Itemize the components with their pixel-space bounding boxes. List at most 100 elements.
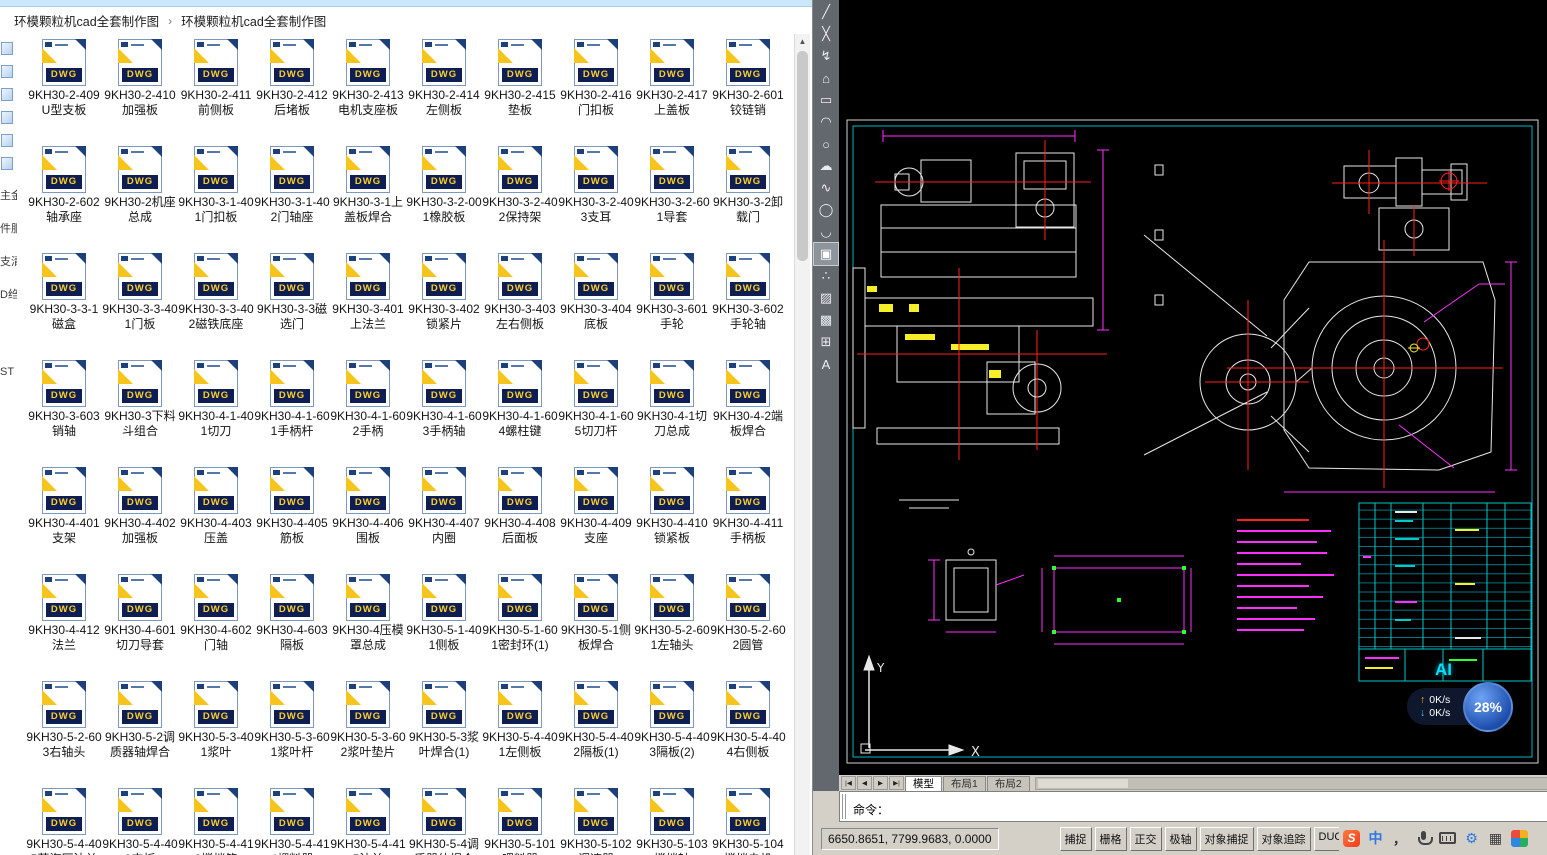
file-item[interactable]: DWG 9KH30-4-601切刀导套 [102, 571, 178, 678]
file-item[interactable]: DWG 9KH30-3-403左右侧板 [482, 250, 558, 357]
file-item[interactable]: DWG 9KH30-2-414左侧板 [406, 36, 482, 143]
file-item[interactable]: DWG 9KH30-5-102调速器 [558, 785, 634, 855]
status-toggle-button[interactable]: 对象捕捉 [1199, 826, 1254, 851]
command-window-grip[interactable] [842, 794, 846, 819]
construction-line-icon[interactable]: ╳ [814, 23, 838, 45]
arc-icon[interactable]: ◠ [814, 111, 838, 133]
file-item[interactable]: DWG 9KH30-3-3-401门板 [102, 250, 178, 357]
chinese-mode-icon[interactable]: 中 [1367, 830, 1384, 847]
file-item[interactable]: DWG 9KH30-3-402锁紧片 [406, 250, 482, 357]
file-item[interactable]: DWG 9KH30-3-3-402磁铁底座 [178, 250, 254, 357]
file-item[interactable]: DWG 9KH30-5-2-602圆管 [710, 571, 786, 678]
file-item[interactable]: DWG 9KH30-3-603销轴 [26, 357, 102, 464]
file-item[interactable]: DWG 9KH30-3-1-402门轴座 [254, 143, 330, 250]
file-item[interactable]: DWG 9KH30-4-403压盖 [178, 464, 254, 571]
file-item[interactable]: DWG 9KH30-5-4-401左侧板 [482, 678, 558, 785]
file-item[interactable]: DWG 9KH30-5-4-402隔板(1) [558, 678, 634, 785]
status-toggle-button[interactable]: 正交 [1129, 826, 1162, 851]
file-item[interactable]: DWG 9KH30-3-2-601导套 [634, 143, 710, 250]
file-item[interactable]: DWG 9KH30-2机座总成 [102, 143, 178, 250]
clipped-desktop-icon[interactable] [1, 65, 13, 78]
polyline-icon[interactable]: ↯ [814, 45, 838, 67]
file-item[interactable]: DWG 9KH30-4-1-602手柄 [330, 357, 406, 464]
file-item[interactable]: DWG 9KH30-4-411手柄板 [710, 464, 786, 571]
line-icon[interactable]: ╱ [814, 1, 838, 23]
rectangle-icon[interactable]: ▭ [814, 89, 838, 111]
file-item[interactable]: DWG 9KH30-2-602轴承座 [26, 143, 102, 250]
polygon-icon[interactable]: ⌂ [814, 67, 838, 89]
file-item[interactable]: DWG 9KH30-4-1-601手柄杆 [254, 357, 330, 464]
file-item[interactable]: DWG 9KH30-5-4-404右侧板 [710, 678, 786, 785]
file-item[interactable]: DWG 9KH30-5-4-414螺料器 [254, 785, 330, 855]
skin-grid-icon[interactable]: ▦ [1487, 830, 1504, 847]
file-item[interactable]: DWG 9KH30-4-2端板焊合 [710, 357, 786, 464]
file-item[interactable]: DWG 9KH30-2-416门扣板 [558, 36, 634, 143]
file-item[interactable]: DWG 9KH30-2-601铰链销 [710, 36, 786, 143]
file-item[interactable]: DWG 9KH30-3-602手轮轴 [710, 250, 786, 357]
file-item[interactable]: DWG 9KH30-4压模罩总成 [330, 571, 406, 678]
file-item[interactable]: DWG 9KH30-5-103搅拌轴 [634, 785, 710, 855]
punctuation-mode-icon[interactable]: ， [1391, 830, 1408, 847]
file-item[interactable]: DWG 9KH30-5-1-401侧板 [406, 571, 482, 678]
file-item[interactable]: DWG 9KH30-5-4-409支板 [102, 785, 178, 855]
file-item[interactable]: DWG 9KH30-3-1上盖板焊合 [330, 143, 406, 250]
tab-layout1[interactable]: 布局1 [943, 775, 986, 791]
microphone-icon[interactable] [1415, 830, 1433, 847]
scrollbar-thumb[interactable] [797, 51, 808, 261]
file-item[interactable]: DWG 9KH30-3-2-402保持架 [482, 143, 558, 250]
status-toggle-button[interactable]: 对象追踪 [1256, 826, 1311, 851]
file-item[interactable]: DWG 9KH30-3-2-403支耳 [558, 143, 634, 250]
clipped-desktop-icon[interactable] [1, 88, 13, 101]
tab-nav-arrow-icon[interactable]: ◀ [857, 776, 872, 790]
file-item[interactable]: DWG 9KH30-4-407内圈 [406, 464, 482, 571]
file-item[interactable]: DWG 9KH30-3-3磁选门 [254, 250, 330, 357]
file-item[interactable]: DWG 9KH30-4-410锁紧板 [634, 464, 710, 571]
file-item[interactable]: DWG 9KH30-2-410加强板 [102, 36, 178, 143]
tab-layout2[interactable]: 布局2 [986, 775, 1030, 791]
file-item[interactable]: DWG 9KH30-5-2调质器轴焊合 [102, 678, 178, 785]
revision-cloud-icon[interactable]: ☁ [814, 155, 838, 177]
file-item[interactable]: DWG 9KH30-5-2-601左轴头 [634, 571, 710, 678]
tab-model[interactable]: 模型 [905, 775, 942, 791]
clipped-desktop-icon[interactable] [1, 111, 13, 124]
clipped-desktop-icon[interactable] [1, 134, 13, 147]
hatch-icon[interactable]: ▨ [814, 287, 838, 309]
breadcrumb-folder[interactable]: 环模颗粒机cad全套制作图 [14, 11, 159, 30]
file-item[interactable]: DWG 9KH30-3-3-1磁盒 [26, 250, 102, 357]
file-item[interactable]: DWG 9KH30-2-411前侧板 [178, 36, 254, 143]
h-scrollbar-thumb[interactable] [1037, 778, 1128, 788]
file-item[interactable]: DWG 9KH30-3下料斗组合 [102, 357, 178, 464]
file-item[interactable]: DWG 9KH30-5-2-603右轴头 [26, 678, 102, 785]
file-item[interactable]: DWG 9KH30-3-2卸载门 [710, 143, 786, 250]
ellipse-icon[interactable]: ◯ [814, 199, 838, 221]
file-item[interactable]: DWG 9KH30-5-1侧板焊合 [558, 571, 634, 678]
file-item[interactable]: DWG 9KH30-4-1-605切刀杆 [558, 357, 634, 464]
file-item[interactable]: DWG 9KH30-5-4-415法兰 [330, 785, 406, 855]
file-item[interactable]: DWG 9KH30-2-415垫板 [482, 36, 558, 143]
mtext-icon[interactable]: A [814, 353, 838, 375]
file-item[interactable]: DWG 9KH30-4-602门轴 [178, 571, 254, 678]
file-item[interactable]: DWG 9KH30-5-1-601密封环(1) [482, 571, 558, 678]
file-item[interactable]: DWG 9KH30-3-1-401门扣板 [178, 143, 254, 250]
sogou-input-icon[interactable]: S [1343, 829, 1360, 847]
breadcrumb-folder-current[interactable]: 环模颗粒机cad全套制作图 [181, 11, 326, 30]
file-item[interactable]: DWG 9KH30-5-4调质器体焊合 [406, 785, 482, 855]
file-item[interactable]: DWG 9KH30-4-1-401切刀 [178, 357, 254, 464]
file-item[interactable]: DWG 9KH30-5-4-413搅拌笼 [178, 785, 254, 855]
file-item[interactable]: DWG 9KH30-4-412法兰 [26, 571, 102, 678]
status-toggle-button[interactable]: 栅格 [1094, 826, 1127, 851]
file-item[interactable]: DWG 9KH30-3-404底板 [558, 250, 634, 357]
file-item[interactable]: DWG 9KH30-5-104搅拌电机 [710, 785, 786, 855]
table-icon[interactable]: ⊞ [814, 331, 838, 353]
gradient-icon[interactable]: ▩ [814, 309, 838, 331]
file-item[interactable]: DWG 9KH30-5-3-401浆叶 [178, 678, 254, 785]
file-item[interactable]: DWG 9KH30-5-4-405蒸汽压法兰 [26, 785, 102, 855]
drawing-canvas[interactable]: Y X AI [839, 0, 1547, 775]
file-item[interactable]: DWG 9KH30-4-401支架 [26, 464, 102, 571]
file-item[interactable]: DWG 9KH30-4-409支座 [558, 464, 634, 571]
file-item[interactable]: DWG 9KH30-4-1-604螺柱键 [482, 357, 558, 464]
file-item[interactable]: DWG 9KH30-5-4-403隔板(2) [634, 678, 710, 785]
file-item[interactable]: DWG 9KH30-4-405筋板 [254, 464, 330, 571]
clipped-desktop-icon[interactable] [1, 42, 13, 55]
file-item[interactable]: DWG 9KH30-4-1切刀总成 [634, 357, 710, 464]
